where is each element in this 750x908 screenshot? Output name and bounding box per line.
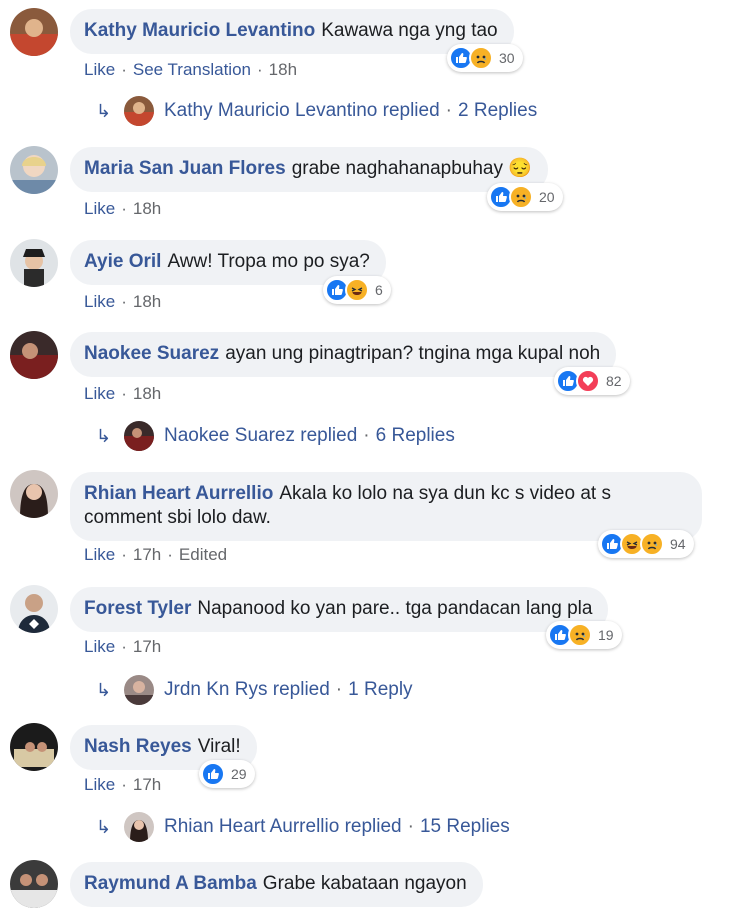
avatar [124, 812, 154, 842]
sad-reaction-icon [469, 46, 493, 70]
like-link[interactable]: Like [84, 60, 115, 79]
avatar [124, 96, 154, 126]
reaction-count: 20 [539, 189, 555, 205]
replies-link[interactable]: ↳ Rhian Heart Aurrellio replied · 15 Repli… [96, 812, 510, 842]
comment-bubble: Raymund A Bamba Grabe kabataan ngayon [70, 862, 483, 907]
reaction-count: 94 [670, 536, 686, 552]
reply-count: 6 Replies [375, 425, 455, 446]
reply-arrow-icon: ↳ [96, 816, 112, 837]
avatar [124, 421, 154, 451]
comment-actions: Like · 18h [84, 199, 162, 218]
comment-text: ayan ung pinagtripan? tngina mga kupal n… [225, 343, 601, 364]
timestamp[interactable]: 17h [133, 637, 161, 656]
commenter-name[interactable]: Maria San Juan Flores [84, 158, 286, 179]
reply-count: 15 Replies [419, 816, 510, 837]
reaction-summary[interactable]: 82 [554, 367, 630, 395]
avatar[interactable] [10, 585, 58, 633]
replies-link[interactable]: ↳ Kathy Mauricio Levantino replied · 2 Rep… [96, 96, 537, 126]
comment-actions: Like · 18h [84, 292, 162, 311]
like-link[interactable]: Like [84, 384, 115, 403]
replier-name: Naokee Suarez replied [164, 425, 358, 446]
comment-actions: Like · 18h [84, 384, 162, 403]
commenter-name[interactable]: Raymund A Bamba [84, 873, 257, 894]
reaction-summary[interactable]: 94 [598, 530, 694, 558]
timestamp[interactable]: 18h [133, 199, 161, 218]
comment-bubble: Maria San Juan Flores grabe naghahanapbuh… [70, 147, 548, 192]
like-link[interactable]: Like [84, 292, 115, 311]
reply-arrow-icon: ↳ [96, 425, 112, 446]
timestamp[interactable]: 18h [269, 60, 297, 79]
like-link[interactable]: Like [84, 545, 115, 564]
comment-text: Grabe kabataan ngayon [262, 873, 467, 894]
comment-text: Kawawa nga yng tao [321, 20, 498, 41]
comment-actions: Like · 17h [84, 775, 162, 794]
reaction-count: 82 [606, 373, 622, 389]
comment-actions: Like · 17h [84, 637, 162, 656]
commenter-name[interactable]: Rhian Heart Aurrellio [84, 483, 273, 504]
avatar[interactable] [10, 723, 58, 771]
like-link[interactable]: Like [84, 199, 115, 218]
comment-bubble: Forest Tyler Napanood ko yan pare.. tga p… [70, 587, 609, 632]
replies-link[interactable]: ↳ Naokee Suarez replied · 6 Replies [96, 421, 455, 451]
timestamp[interactable]: 18h [133, 292, 161, 311]
commenter-name[interactable]: Kathy Mauricio Levantino [84, 20, 315, 41]
see-translation-link[interactable]: See Translation [133, 60, 251, 79]
sad-reaction-icon [640, 532, 664, 556]
reaction-summary[interactable]: 30 [447, 44, 523, 72]
like-link[interactable]: Like [84, 775, 115, 794]
avatar[interactable] [10, 8, 58, 56]
reaction-summary[interactable]: 6 [323, 276, 391, 304]
reaction-count: 30 [499, 50, 515, 66]
avatar[interactable] [10, 146, 58, 194]
timestamp[interactable]: 18h [133, 384, 161, 403]
reaction-summary[interactable]: 20 [487, 183, 563, 211]
replier-name: Jrdn Kn Rys replied [164, 679, 330, 700]
commenter-name[interactable]: Naokee Suarez [84, 343, 219, 364]
reply-count: 2 Replies [458, 100, 538, 121]
comment-bubble: Naokee Suarez ayan ung pinagtripan? tngin… [70, 332, 617, 377]
reaction-count: 19 [598, 627, 614, 643]
comment-text: Viral! [197, 736, 241, 757]
replies-link[interactable]: ↳ Jrdn Kn Rys replied · 1 Reply [96, 675, 413, 705]
commenter-name[interactable]: Forest Tyler [84, 598, 191, 619]
replier-name: Kathy Mauricio Levantino replied [164, 100, 440, 121]
haha-reaction-icon [345, 278, 369, 302]
reply-arrow-icon: ↳ [96, 679, 112, 700]
avatar[interactable] [10, 860, 58, 908]
edited-label[interactable]: Edited [179, 545, 227, 564]
avatar[interactable] [10, 331, 58, 379]
reaction-count: 6 [375, 282, 383, 298]
timestamp[interactable]: 17h [133, 775, 161, 794]
commenter-name[interactable]: Ayie Oril [84, 251, 161, 272]
avatar [124, 675, 154, 705]
sad-reaction-icon [568, 623, 592, 647]
comment-text: Napanood ko yan pare.. tga pandacan lang… [197, 598, 593, 619]
like-link[interactable]: Like [84, 637, 115, 656]
comment-actions: Like · See Translation · 18h [84, 60, 298, 79]
reaction-summary[interactable]: 19 [546, 621, 622, 649]
reply-arrow-icon: ↳ [96, 100, 112, 121]
love-reaction-icon [576, 369, 600, 393]
comment-text: Aww! Tropa mo po sya? [167, 251, 370, 272]
reaction-summary[interactable]: 29 [199, 760, 255, 788]
replier-name: Rhian Heart Aurrellio replied [164, 816, 402, 837]
comment-bubble: Kathy Mauricio Levantino Kawawa nga yng t… [70, 9, 514, 54]
avatar[interactable] [10, 470, 58, 518]
timestamp[interactable]: 17h [133, 545, 161, 564]
comment-text: grabe naghahanapbuhay 😔 [291, 158, 532, 179]
reaction-count: 29 [231, 766, 247, 782]
avatar[interactable] [10, 239, 58, 287]
sad-reaction-icon [509, 185, 533, 209]
comment-actions: Like · 17h · Edited [84, 545, 228, 564]
commenter-name[interactable]: Nash Reyes [84, 736, 192, 757]
reply-count: 1 Reply [348, 679, 413, 700]
like-reaction-icon [201, 762, 225, 786]
